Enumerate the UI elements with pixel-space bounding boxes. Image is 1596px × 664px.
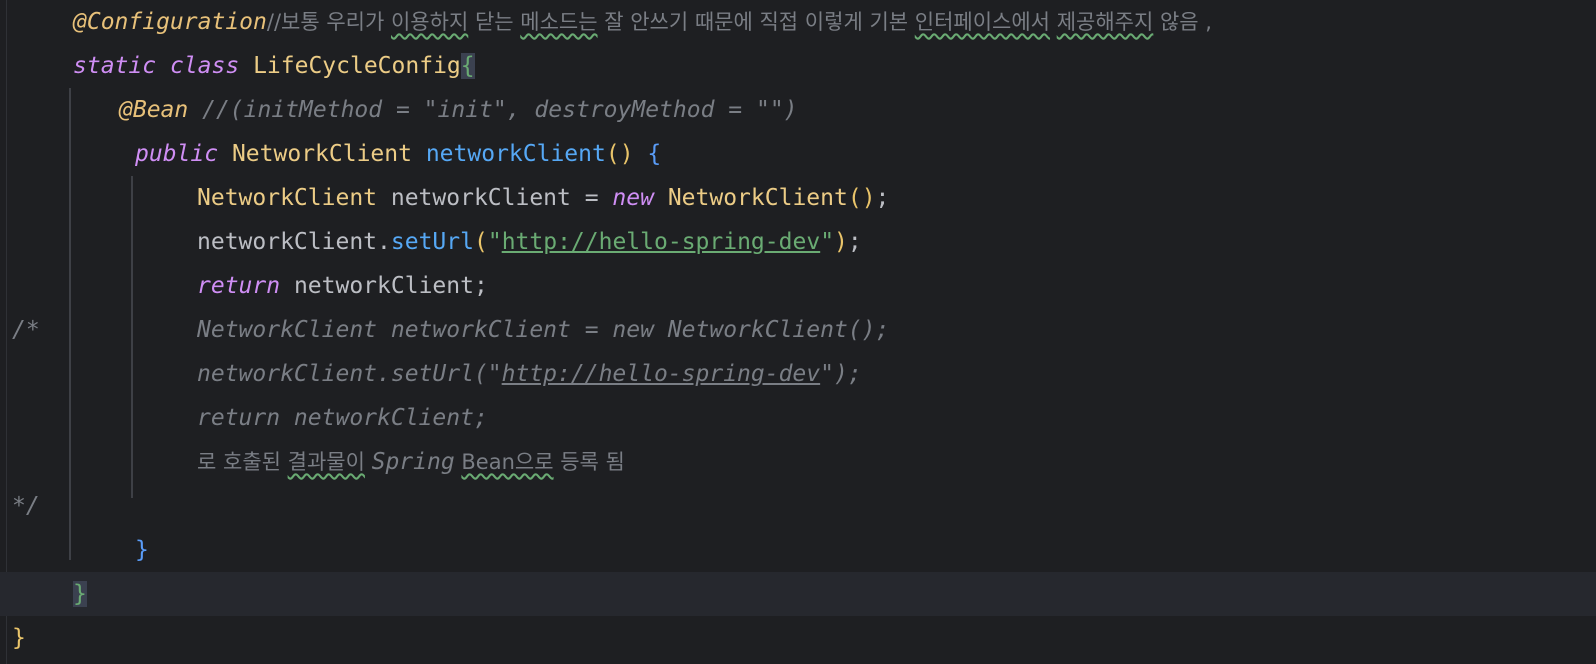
comment-token: 잘 안쓰기 때문에 직접 이렇게 기본 (597, 10, 915, 34)
code-line: static class LifeCycleConfig{ (0, 44, 1596, 88)
code-line: } (0, 616, 1596, 660)
configuration-annotation: @Configuration (73, 9, 267, 35)
code-line: } (0, 572, 1596, 616)
code-line: public NetworkClient networkClient() { (0, 132, 1596, 176)
comment-token: "); (820, 361, 862, 387)
comment-token: 인터페이스에서 (914, 10, 1051, 34)
comment-token: 메소드는 (520, 10, 598, 34)
comment-token: //(initMethod = "init", destroyMethod = … (188, 97, 798, 123)
comment-token: 등록 됨 (553, 450, 625, 474)
code-line: networkClient.setUrl("http://hello-sprin… (0, 352, 1596, 396)
close-brace: } (135, 537, 149, 563)
block-comment-start: /* (12, 317, 40, 343)
return-keyword: return (197, 273, 281, 299)
comment-token: 이용하지 (390, 10, 469, 34)
code-editor[interactable]: @Configuration//보통 우리가 이용하지 닫는 메소드는 잘 안쓰… (0, 0, 1596, 664)
comment-token: 로 호출된 (197, 450, 288, 474)
comment-token (1050, 10, 1057, 34)
comment-token: return networkClient; (197, 405, 488, 431)
semicolon: ; (847, 229, 862, 255)
comment-url[interactable]: http://hello-spring-dev (502, 361, 821, 387)
return-type: NetworkClient (231, 141, 412, 167)
return-value: networkClient; (280, 273, 488, 299)
comment-token: 닫는 (468, 10, 521, 34)
open-brace: { (647, 141, 662, 167)
paren-close: ) (834, 229, 848, 255)
string-quote: " (820, 229, 835, 255)
static-keyword: static (73, 53, 157, 79)
block-comment-end: */ (12, 493, 40, 519)
code-line: /* NetworkClient networkClient = new Netw… (0, 308, 1596, 352)
comment-token (365, 450, 372, 474)
code-line: @Bean //(initMethod = "init", destroyMet… (0, 88, 1596, 132)
comment-token: // (266, 10, 282, 34)
comment-token: NetworkClient networkClient = new Networ… (197, 317, 890, 343)
method-call: setUrl (390, 229, 474, 255)
code-line: return networkClient; (0, 396, 1596, 440)
variable-declaration: networkClient = (377, 185, 613, 211)
comment-token: 결과물이 (287, 450, 365, 474)
open-brace: { (460, 53, 475, 79)
class-name: LifeCycleConfig (253, 53, 461, 79)
type-name: NetworkClient (197, 185, 378, 211)
class-keyword: class (169, 53, 240, 79)
code-line: NetworkClient networkClient = new Networ… (0, 176, 1596, 220)
constructor-name: NetworkClient (653, 185, 848, 211)
comment-token: 않음 , (1153, 10, 1212, 34)
public-keyword: public (135, 141, 219, 167)
comment-token: Bean으로 (461, 450, 554, 474)
bean-annotation: @Bean (119, 97, 189, 123)
code-line: 로 호출된 결과물이 Spring Bean으로 등록 됨 (0, 440, 1596, 484)
code-line: } (0, 528, 1596, 572)
comment-token: Spring (371, 449, 455, 475)
parens: () (847, 185, 876, 211)
semicolon: ; (875, 185, 890, 211)
code-line: return networkClient; (0, 264, 1596, 308)
string-quote: " (487, 229, 502, 255)
code-line: */ (0, 484, 1596, 528)
method-name: networkClient (425, 141, 606, 167)
comment-token: networkClient.setUrl(" (197, 361, 502, 387)
code-line: @Configuration//보통 우리가 이용하지 닫는 메소드는 잘 안쓰… (0, 0, 1596, 44)
new-keyword: new (612, 185, 654, 211)
close-brace: } (12, 625, 26, 651)
object-reference: networkClient. (197, 229, 391, 255)
close-brace: } (73, 581, 87, 607)
comment-token: 보통 우리가 (281, 10, 391, 34)
code-line: networkClient.setUrl("http://hello-sprin… (0, 220, 1596, 264)
parens: () (605, 141, 634, 167)
paren-open: ( (473, 229, 488, 255)
url-link[interactable]: http://hello-spring-dev (502, 229, 821, 255)
comment-token: 제공해주지 (1056, 10, 1154, 34)
